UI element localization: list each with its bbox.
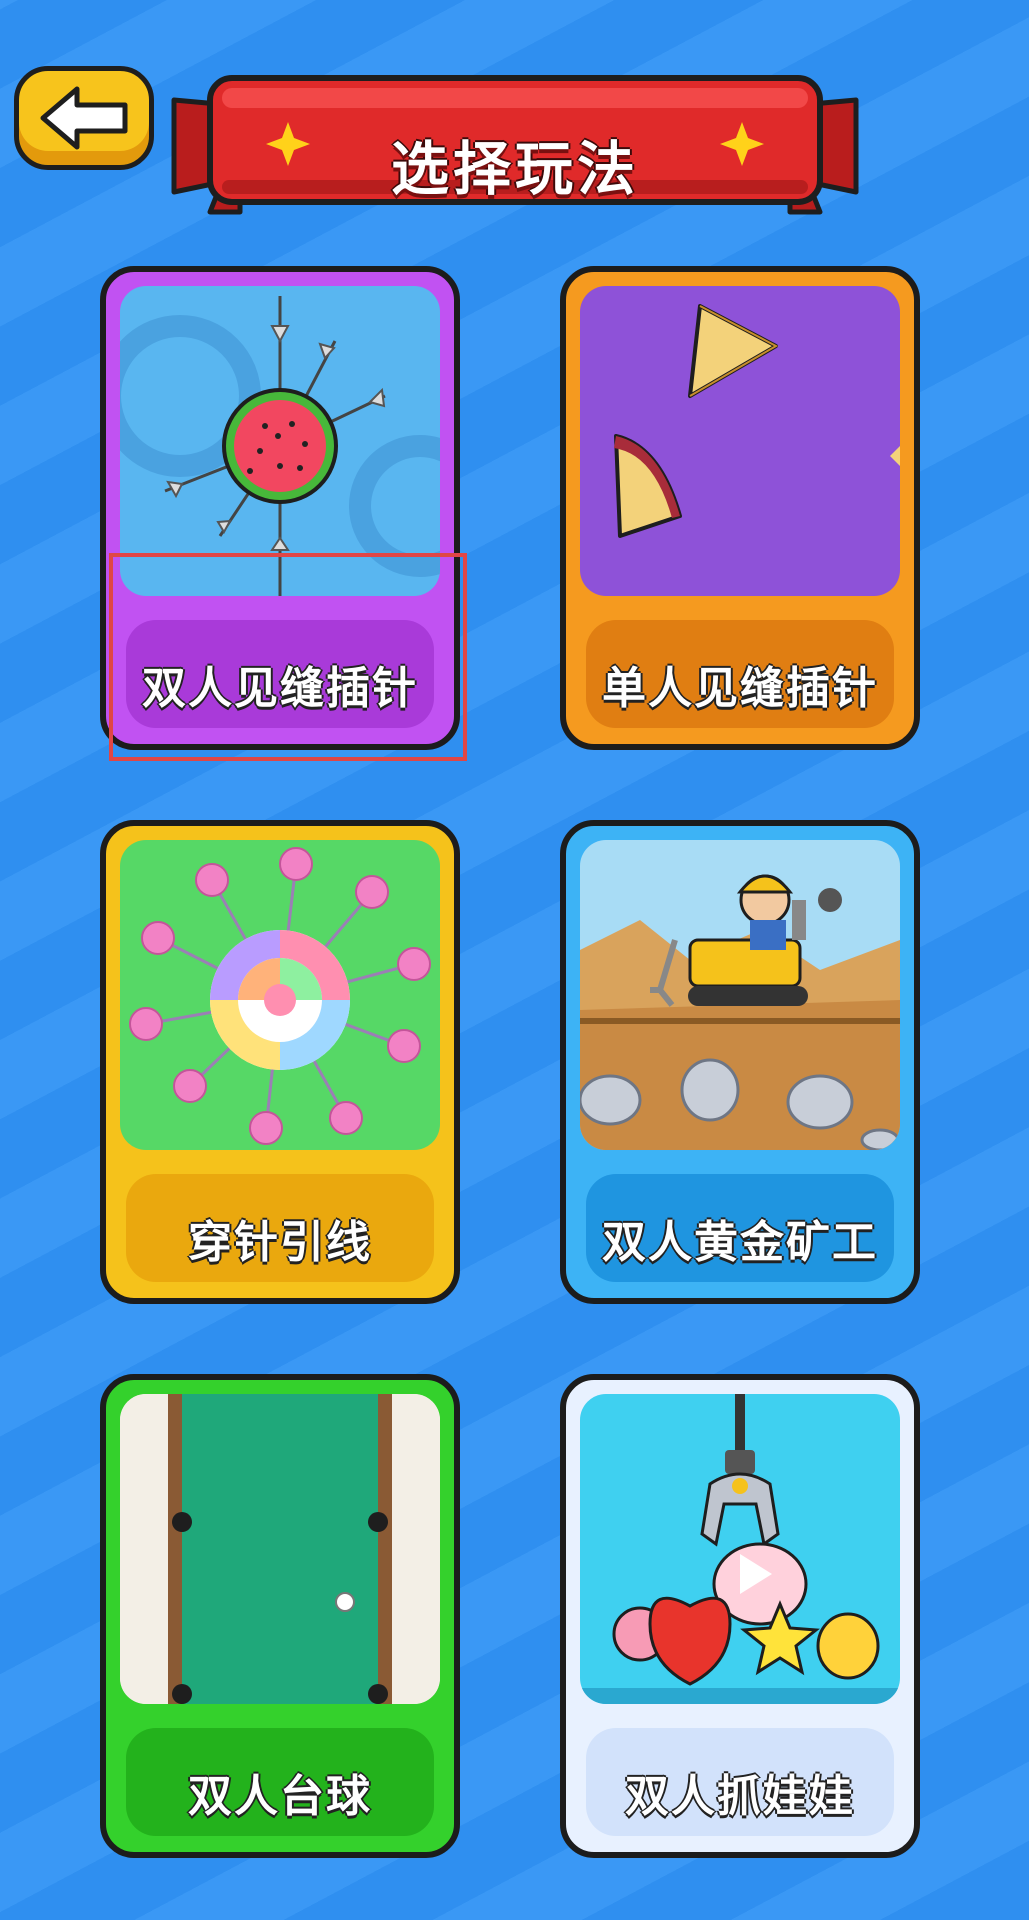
game-card-claw-machine[interactable]: 双人抓娃娃 (560, 1374, 920, 1858)
game-card-gold-miner[interactable]: 双人黄金矿工 (560, 820, 920, 1304)
title-banner: 选择玩法 (170, 70, 860, 230)
label-plate: 穿针引线 (126, 1174, 434, 1282)
gold-miner-icon (580, 840, 900, 1150)
label-plate: 双人黄金矿工 (586, 1174, 894, 1282)
claw-machine-icon (580, 1394, 900, 1704)
game-title: 单人见缝插针 (602, 663, 878, 714)
label-plate: 单人见缝插针 (586, 620, 894, 728)
page-title: 选择玩法 (390, 135, 639, 203)
label-plate: 双人抓娃娃 (586, 1728, 894, 1836)
cake-slices-icon (580, 286, 900, 596)
game-title: 双人黄金矿工 (602, 1217, 878, 1268)
game-title: 穿针引线 (188, 1217, 372, 1268)
label-plate: 双人台球 (126, 1728, 434, 1836)
game-card-single-needle[interactable]: 单人见缝插针 (560, 266, 920, 750)
game-title: 双人台球 (188, 1771, 372, 1822)
watermelon-arrows-icon (120, 286, 440, 596)
back-button[interactable] (14, 66, 154, 170)
selection-highlight (109, 553, 467, 761)
game-card-billiards[interactable]: 双人台球 (100, 1374, 460, 1858)
billiard-table-icon (120, 1394, 440, 1704)
left-arrow-icon (40, 86, 128, 150)
game-card-threading[interactable]: 穿针引线 (100, 820, 460, 1304)
game-title: 双人抓娃娃 (625, 1771, 855, 1822)
candy-swirl-pins-icon (120, 840, 440, 1150)
